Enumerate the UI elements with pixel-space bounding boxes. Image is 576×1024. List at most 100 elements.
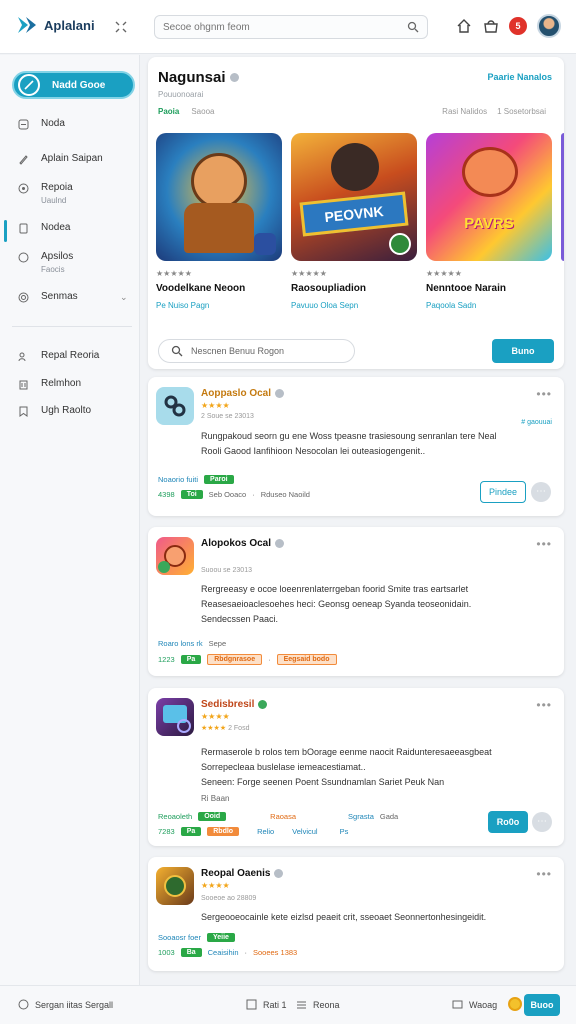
app-name: Aoppaslo Ocal	[201, 388, 285, 399]
meta-text: 1 Sosetorbsai	[497, 107, 546, 116]
game-developer[interactable]: Pe Nuiso Pagn	[156, 301, 282, 310]
global-search[interactable]	[154, 15, 428, 39]
stat-row-1: Noaorio fuiti Paroi	[158, 475, 234, 484]
verified-icon	[229, 73, 239, 82]
bottom-wallet[interactable]: Waoag	[452, 999, 497, 1010]
coin-icon	[508, 997, 522, 1011]
avatar[interactable]	[537, 14, 561, 38]
wallet-icon	[452, 1000, 463, 1009]
sidebar-item-6[interactable]: Senmas	[18, 291, 78, 303]
sidebar-item-label: Apsilos	[41, 251, 74, 262]
stat-row-2: 1003 Ba Ceaisihin · Sooees 1383	[158, 948, 298, 957]
chevron-down-icon[interactable]: ⌄	[120, 292, 128, 303]
notification-badge[interactable]: 5	[509, 17, 527, 35]
sidebar-item-4[interactable]: Nodea	[18, 222, 70, 234]
tab-1[interactable]: Paoia	[158, 107, 179, 116]
sidebar-item-8[interactable]: Relmhon	[18, 378, 81, 390]
box-icon	[246, 999, 257, 1010]
search-icon	[407, 21, 419, 33]
more-options-icon[interactable]: •••	[536, 698, 552, 712]
new-button[interactable]: Nadd Gooe	[12, 71, 135, 99]
sidebar-item-label: Noda	[41, 118, 65, 129]
sidebar-item-9[interactable]: Ugh Raolto	[18, 405, 91, 417]
featured-title: Nagunsai	[158, 69, 239, 86]
more-options-icon[interactable]: •••	[536, 387, 552, 401]
app-card-2[interactable]: Alopokos Ocal Suoou se 23013 ••• Rergree…	[148, 527, 564, 676]
game-developer[interactable]: Pavuuo Oloa Sepn	[291, 301, 417, 310]
list-icon	[297, 1001, 306, 1009]
sidebar-item-label: Repal Reoria	[41, 350, 100, 361]
more-options-icon[interactable]: •••	[536, 867, 552, 881]
sidebar-item-label: Ugh Raolto	[41, 405, 92, 416]
sidebar-item-2[interactable]: Aplain Saipan	[18, 153, 103, 165]
more-button[interactable]: ⋯	[532, 812, 552, 832]
sidebar-divider	[12, 326, 132, 327]
featured-search-placeholder: Nescnen Benuu Rogon	[191, 346, 285, 356]
search-input[interactable]	[155, 16, 395, 38]
app-name: Reopal Oaenis	[201, 868, 284, 879]
game-tile-3[interactable]: PAVRS ★★★★★ Nenntooe Narain Paqoola Sadn	[426, 133, 552, 310]
sidebar-item-sub: Faocis	[41, 265, 65, 274]
settings-icon	[18, 292, 29, 303]
install-button[interactable]: Pindee	[480, 481, 526, 503]
get-button[interactable]: Ro0o	[488, 811, 528, 833]
home-icon[interactable]	[455, 17, 473, 35]
building-icon	[19, 380, 28, 390]
game-rating: ★★★★★	[156, 269, 192, 278]
bottom-rating[interactable]: Rati 1	[246, 999, 287, 1010]
sidebar-item-7[interactable]: Repal Reoria	[18, 350, 99, 362]
featured-search[interactable]: Nescnen Benuu Rogon	[158, 339, 355, 363]
compass-icon	[18, 74, 40, 96]
stat-row-1: Reoaoleth Ooid Raoasa Sgrasta Gada	[158, 812, 399, 821]
logo-icon	[18, 17, 36, 33]
more-options-icon[interactable]: •••	[536, 537, 552, 551]
collapse-icon[interactable]	[114, 20, 128, 34]
app-meta: 2 Soue se 23013	[201, 413, 254, 420]
game-art-image	[156, 133, 282, 261]
verified-icon	[274, 869, 284, 878]
game-developer[interactable]: Paqoola Sadn	[426, 301, 552, 310]
featured-action-button[interactable]: Buno	[492, 339, 554, 363]
game-rating: ★★★★★	[426, 269, 462, 278]
app-card-4[interactable]: Reopal Oaenis ★★★★ Sooeoe ao 28809 ••• S…	[148, 857, 564, 971]
bottom-action-button[interactable]: Buoo	[524, 994, 560, 1016]
app-meta: Sooeoe ao 28809	[201, 895, 257, 902]
verified-icon	[275, 389, 285, 398]
sidebar-item-5[interactable]: Apsilos Faocis	[18, 251, 73, 274]
help-icon	[18, 999, 29, 1010]
app-card-3[interactable]: Sedisbresil ★★★★ ★★★★ 2 Fosd ••• Rermase…	[148, 688, 564, 846]
see-all-link[interactable]: Paarie Nanalos	[487, 72, 552, 82]
extra-text: Ri Baan	[201, 794, 230, 803]
store-icon[interactable]	[482, 17, 500, 35]
bottom-help[interactable]: Sergan iitas Sergall	[18, 999, 113, 1010]
report-icon	[18, 183, 29, 194]
logo[interactable]: Aplalani	[16, 14, 95, 36]
sidebar-item-sub: Uaulnd	[41, 196, 67, 205]
featured-meta: Rasi Nalidos 1 Sosetorbsai	[442, 107, 546, 116]
game-name: Nenntooe Narain	[426, 283, 507, 294]
more-button[interactable]: ⋯	[531, 482, 551, 502]
app-name: Alopokos Ocal	[201, 538, 285, 549]
app-rating: ★★★★	[201, 881, 230, 890]
bookmark-icon	[19, 406, 28, 417]
bottom-reviews[interactable]: Reona	[296, 999, 340, 1010]
pen-icon	[19, 155, 28, 165]
app-name: Sedisbresil	[201, 699, 268, 710]
sidebar-item-label: Aplain Saipan	[41, 153, 103, 164]
top-bar: Aplalani 5	[0, 0, 576, 54]
next-tile-peek[interactable]	[561, 133, 564, 261]
side-link[interactable]: # gaouuai	[521, 419, 552, 426]
app-description: Rungpakoud seorn gu ene Woss tpeasne tra…	[201, 431, 497, 456]
sidebar-item-1[interactable]: Noda	[18, 118, 65, 130]
search-icon	[171, 345, 183, 357]
app-icon	[156, 698, 194, 736]
tab-2[interactable]: Saooa	[191, 107, 214, 116]
app-card-1[interactable]: Aoppaslo Ocal ★★★★ 2 Soue se 23013 ••• #…	[148, 377, 564, 516]
game-tile-2[interactable]: PEOVNK ★★★★★ Raosoupliadion Pavuuo Oloa …	[291, 133, 417, 310]
people-icon	[18, 352, 26, 362]
game-tile-1[interactable]: ★★★★★ Voodelkane Neoon Pe Nuiso Pagn	[156, 133, 282, 310]
active-indicator	[4, 220, 7, 242]
new-button-label: Nadd Gooe	[52, 79, 106, 91]
stat-row-2: 7283 Pa Rbdlo Relio Velvicul Ps	[158, 827, 349, 836]
sidebar-item-3[interactable]: Repoia Uaulnd	[18, 182, 73, 205]
